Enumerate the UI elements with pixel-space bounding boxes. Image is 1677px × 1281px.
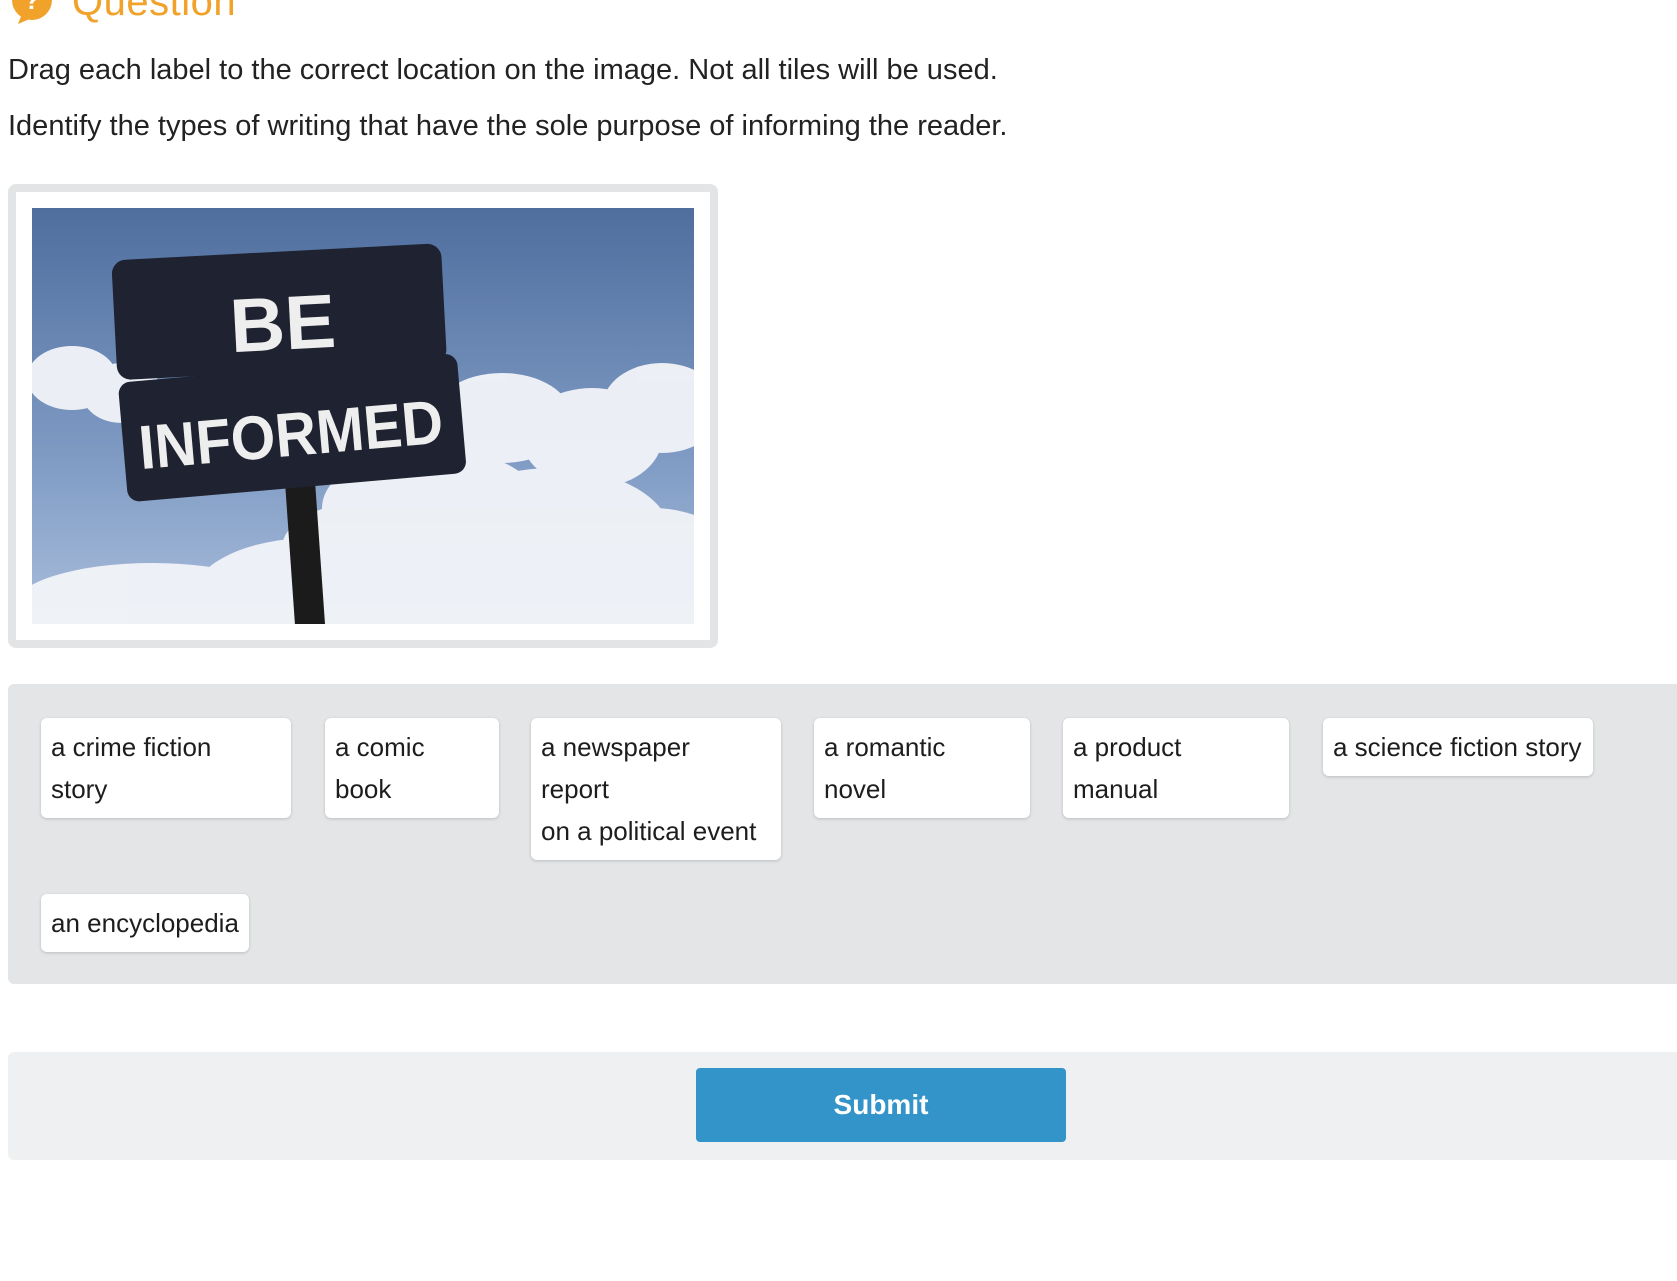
instruction-drag: Drag each label to the correct location … [8,54,998,86]
question-title: Question [72,0,237,24]
submit-bar: Submit [8,1052,1677,1160]
tile-crime-fiction-story[interactable]: a crime fiction story [41,718,291,818]
label-tile-tray: a crime fiction story a comic book a new… [8,684,1677,984]
drop-target-image-frame[interactable]: BE INFORMED [8,184,718,648]
tile-science-fiction-story[interactable]: a science fiction story [1323,718,1593,776]
tile-encyclopedia[interactable]: an encyclopedia [41,894,249,952]
tile-romantic-novel[interactable]: a romantic novel [814,718,1030,818]
tile-comic-book[interactable]: a comic book [325,718,499,818]
sign-text-be: BE [228,279,338,369]
be-informed-sign-image: BE INFORMED [32,208,694,624]
tile-product-manual[interactable]: a product manual [1063,718,1289,818]
question-header: ? Question [8,0,236,26]
instruction-prompt: Identify the types of writing that have … [8,110,1008,142]
tile-newspaper-report[interactable]: a newspaper report on a political event [531,718,781,860]
question-bubble-icon: ? [8,0,56,26]
svg-text:?: ? [24,0,40,15]
submit-button[interactable]: Submit [696,1068,1066,1142]
